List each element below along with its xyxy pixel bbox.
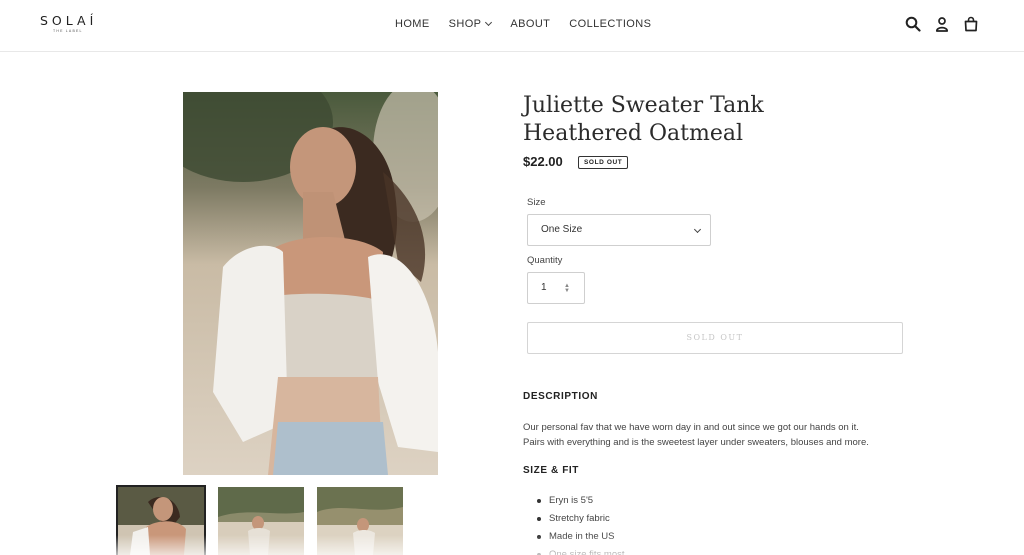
chevron-down-icon <box>485 18 493 27</box>
product-thumbnail[interactable] <box>317 487 403 555</box>
size-select-value: One Size <box>541 224 583 235</box>
product-price: $22.00 <box>523 154 563 169</box>
sold-out-badge: SOLD OUT <box>578 156 629 169</box>
list-item: Eryn is 5'5 <box>537 492 625 510</box>
size-fit-list: Eryn is 5'5 Stretchy fabric Made in the … <box>537 492 625 555</box>
list-item: One size fits most <box>537 546 625 555</box>
product-thumbnail[interactable] <box>218 487 304 555</box>
nav-home[interactable]: HOME <box>395 17 430 31</box>
product-main-image[interactable] <box>183 92 438 475</box>
description-line: Our personal fav that we have worn day i… <box>523 422 859 433</box>
main-nav: HOME SHOP ABOUT COLLECTIONS <box>395 17 651 31</box>
account-icon[interactable] <box>934 16 950 32</box>
quantity-label: Quantity <box>527 255 563 266</box>
description-text: Our personal fav that we have worn day i… <box>523 420 903 450</box>
list-item: Made in the US <box>537 528 625 546</box>
size-select[interactable]: One Size <box>527 214 711 246</box>
sold-out-button[interactable]: SOLD OUT <box>527 322 903 354</box>
quantity-value: 1 <box>541 282 547 293</box>
description-line: Pairs with everything and is the sweetes… <box>523 437 869 448</box>
cart-icon[interactable] <box>963 16 979 32</box>
size-label: Size <box>527 197 546 208</box>
nav-shop-label: SHOP <box>448 18 482 30</box>
chevron-down-icon <box>693 225 702 234</box>
search-icon[interactable] <box>905 16 921 32</box>
nav-shop[interactable]: SHOP <box>448 17 493 31</box>
nav-about[interactable]: ABOUT <box>510 17 550 31</box>
product-title: Juliette Sweater Tank Heathered Oatmeal <box>523 93 764 146</box>
site-header: SOLAÍ THE LABEL HOME SHOP ABOUT COLLECTI… <box>0 0 1024 52</box>
list-item: Stretchy fabric <box>537 510 625 528</box>
logo-subtitle: THE LABEL <box>53 29 83 33</box>
product-thumbnail[interactable] <box>116 485 206 555</box>
size-fit-heading: SIZE & FIT <box>523 465 579 476</box>
logo[interactable]: SOLAÍ THE LABEL <box>40 14 106 38</box>
quantity-input[interactable]: 1 ▲ ▼ <box>527 272 585 304</box>
logo-text: SOLAÍ <box>40 13 98 28</box>
nav-collections[interactable]: COLLECTIONS <box>569 17 651 31</box>
description-heading: DESCRIPTION <box>523 391 598 402</box>
quantity-stepper-icon[interactable]: ▲ ▼ <box>564 283 570 294</box>
